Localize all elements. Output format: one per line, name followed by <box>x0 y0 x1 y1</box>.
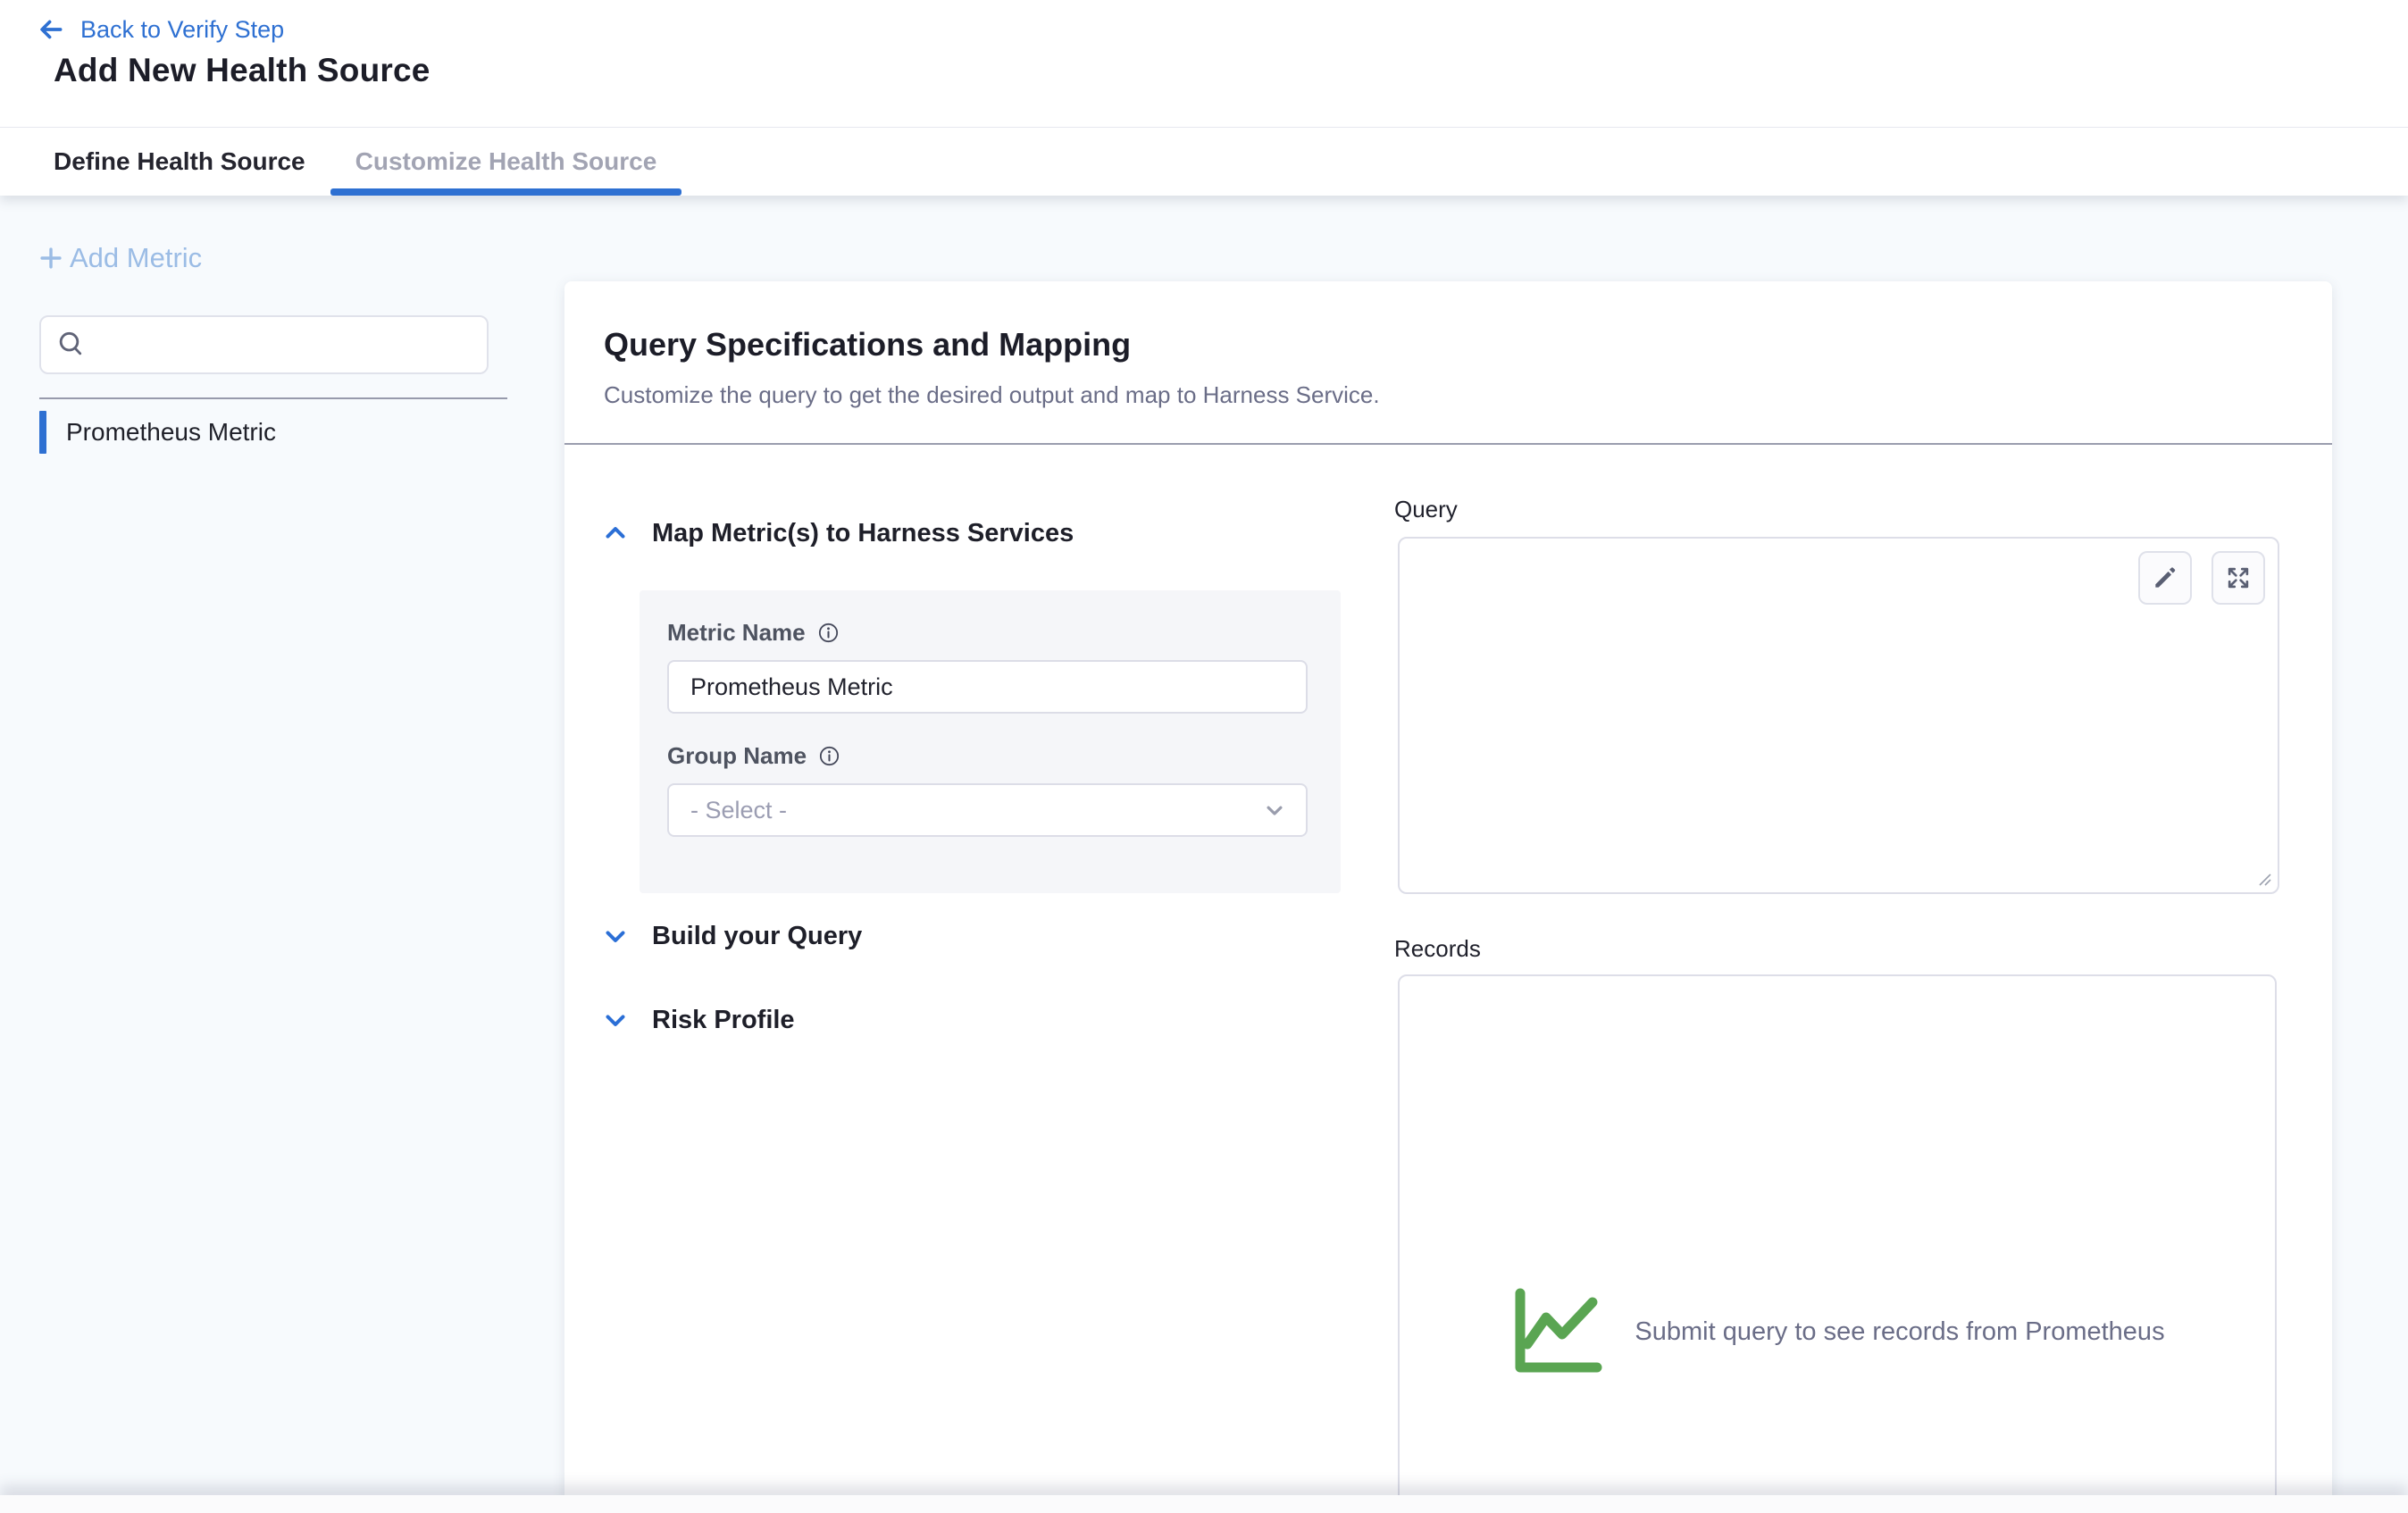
back-arrow-icon <box>36 14 66 45</box>
search-icon <box>54 327 89 363</box>
expand-icon <box>2224 564 2253 592</box>
section-map-metrics-toggle[interactable]: Map Metric(s) to Harness Services <box>600 518 1074 548</box>
query-label: Query <box>1394 496 1458 523</box>
sidebar-divider <box>39 397 507 399</box>
plus-icon <box>36 243 66 273</box>
info-icon[interactable] <box>817 744 841 768</box>
pencil-icon <box>2151 564 2179 592</box>
section-map-metrics-label: Map Metric(s) to Harness Services <box>652 519 1074 548</box>
query-actions <box>2138 551 2265 605</box>
selected-metric-indicator <box>39 411 46 454</box>
info-icon[interactable] <box>816 621 840 645</box>
expand-query-button[interactable] <box>2212 551 2265 605</box>
query-textarea[interactable] <box>1398 537 2279 894</box>
section-risk-profile-toggle[interactable]: Risk Profile <box>600 1005 795 1035</box>
chevron-down-icon <box>600 1005 631 1035</box>
edit-query-button[interactable] <box>2138 551 2192 605</box>
group-name-label-row: Group Name <box>667 742 841 770</box>
metric-item-label: Prometheus Metric <box>66 418 276 447</box>
metric-search-input[interactable] <box>89 317 474 372</box>
chevron-down-icon <box>600 921 631 951</box>
section-build-query-toggle[interactable]: Build your Query <box>600 921 862 951</box>
panel-title: Query Specifications and Mapping <box>604 326 1131 364</box>
back-link-label: Back to Verify Step <box>80 15 284 44</box>
records-empty-state: Submit query to see records from Prometh… <box>1509 1287 2164 1376</box>
resize-handle-icon[interactable] <box>2253 868 2273 888</box>
group-name-label: Group Name <box>667 742 807 770</box>
panel-header: Query Specifications and Mapping Customi… <box>564 281 2332 445</box>
add-health-source-page: Back to Verify Step Add New Health Sourc… <box>0 0 2408 1513</box>
chevron-down-icon <box>1261 797 1288 823</box>
records-panel: Submit query to see records from Prometh… <box>1398 974 2277 1513</box>
chevron-up-icon <box>600 518 631 548</box>
metric-name-label: Metric Name <box>667 619 806 647</box>
metric-search-box <box>39 315 489 374</box>
records-label: Records <box>1394 935 1481 963</box>
line-chart-icon <box>1509 1287 1604 1376</box>
back-to-verify-step-link[interactable]: Back to Verify Step <box>36 14 284 45</box>
footer-bar <box>0 1495 2408 1513</box>
add-metric-label: Add Metric <box>70 242 202 274</box>
tab-customize-health-source[interactable]: Customize Health Source <box>330 128 682 196</box>
section-build-query-label: Build your Query <box>652 922 862 951</box>
page-header: Back to Verify Step Add New Health Sourc… <box>0 0 2408 196</box>
group-name-placeholder: - Select - <box>690 797 787 824</box>
map-metrics-card: Metric Name Group Name - Select - <box>640 590 1341 893</box>
metric-list-item-prometheus[interactable]: Prometheus Metric <box>39 410 507 455</box>
group-name-select[interactable]: - Select - <box>667 783 1308 837</box>
metric-name-label-row: Metric Name <box>667 619 840 647</box>
page-title: Add New Health Source <box>54 52 431 89</box>
panel-subtitle: Customize the query to get the desired o… <box>604 381 1380 409</box>
metric-name-input[interactable] <box>667 660 1308 714</box>
add-metric-button[interactable]: Add Metric <box>36 242 202 274</box>
section-risk-profile-label: Risk Profile <box>652 1006 795 1035</box>
query-specifications-panel: Query Specifications and Mapping Customi… <box>564 281 2332 1513</box>
metrics-sidebar: Add Metric Prometheus Metric <box>0 196 564 1513</box>
tab-define-health-source[interactable]: Define Health Source <box>29 128 330 196</box>
records-empty-message: Submit query to see records from Prometh… <box>1635 1317 2164 1347</box>
tab-bar: Define Health Source Customize Health So… <box>0 127 2408 196</box>
